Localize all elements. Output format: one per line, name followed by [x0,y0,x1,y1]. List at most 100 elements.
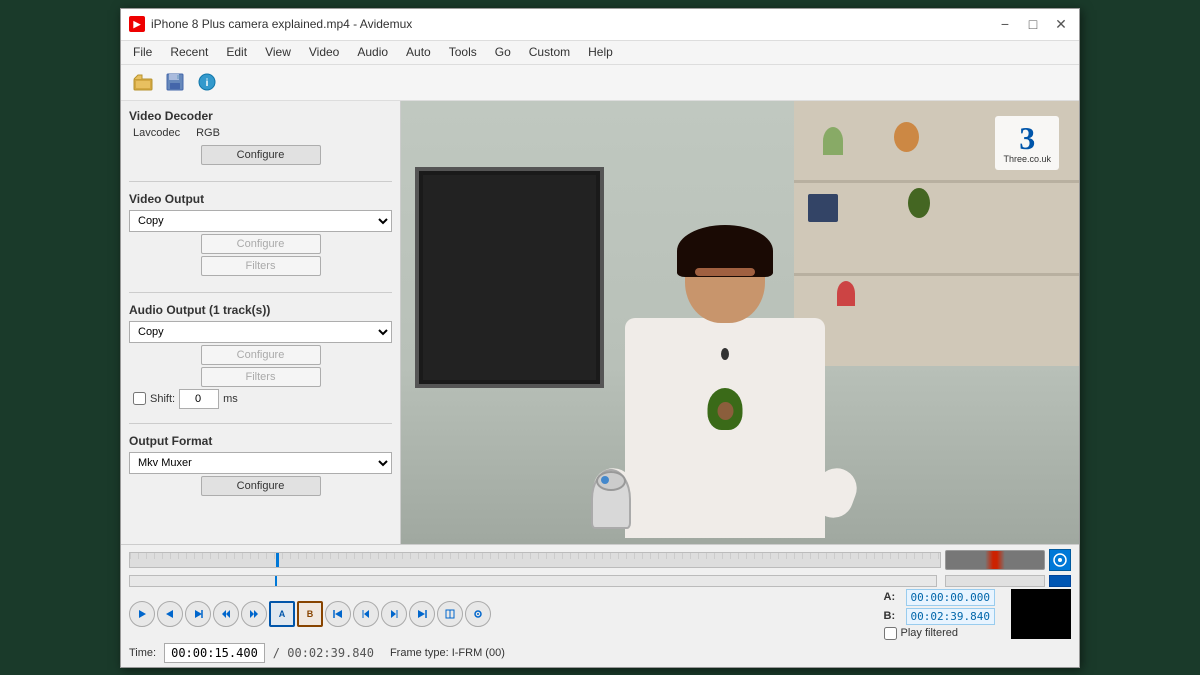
video-decoder-section: Video Decoder Lavcodec RGB Configure [129,109,392,167]
menu-auto[interactable]: Auto [398,43,439,61]
audio-output-dropdown-row: Copy AAC MP3 AC3 [129,321,392,343]
video-decoder-configure-button[interactable]: Configure [201,145,321,165]
audio-waveform [945,550,1045,570]
menu-recent[interactable]: Recent [162,43,216,61]
shift-checkbox[interactable] [133,392,146,405]
ab-controls-area: A: 00:00:00.000 B: 00:02:39.840 Play fil… [884,589,1071,640]
menu-tools[interactable]: Tools [441,43,485,61]
shirt [625,318,825,538]
video-frame: 3 Three.co.uk [401,101,1079,544]
output-format-dropdown-row: Mkv Muxer MP4 Muxer AVI Muxer [129,452,392,474]
shelf-item-1 [823,127,843,155]
audio-output-title: Audio Output (1 track(s)) [129,303,392,317]
shift-input[interactable] [179,389,219,409]
menu-edit[interactable]: Edit [218,43,255,61]
title-bar: ▶ iPhone 8 Plus camera explained.mp4 - A… [121,9,1079,41]
video-output-title: Video Output [129,192,392,206]
shelf-item-4 [908,188,930,218]
divider-1 [129,181,392,182]
timeline-right-controls [945,549,1071,571]
time-label: Time: [129,647,156,659]
video-output-dropdown-row: Copy H.264 H.265 MPEG-4 ASP [129,210,392,232]
toolbar: i [121,65,1079,101]
main-content: Video Decoder Lavcodec RGB Configure Vid… [121,101,1079,544]
r2d2 [591,469,631,529]
video-output-filters-button[interactable]: Filters [201,256,321,276]
b-time: 00:02:39.840 [906,608,995,625]
menu-view[interactable]: View [257,43,299,61]
save-segment-button[interactable] [437,601,463,627]
play-button[interactable] [129,601,155,627]
video-output-dropdown[interactable]: Copy H.264 H.265 MPEG-4 ASP [129,210,392,232]
divider-3 [129,423,392,424]
maximize-button[interactable]: □ [1023,14,1043,34]
menu-custom[interactable]: Custom [521,43,578,61]
r2d2-eye [601,476,609,484]
settings-button[interactable] [465,601,491,627]
close-button[interactable]: ✕ [1051,14,1071,34]
audio-output-filters-button[interactable]: Filters [201,367,321,387]
rewind-button[interactable] [213,601,239,627]
output-format-dropdown[interactable]: Mkv Muxer MP4 Muxer AVI Muxer [129,452,392,474]
audio-timeline-track[interactable] [129,575,937,587]
go-start-button[interactable] [325,601,351,627]
svg-text:i: i [206,78,209,89]
person-head [685,233,765,323]
minimize-button[interactable]: − [995,14,1015,34]
info-button[interactable]: i [193,68,221,96]
shift-row: Shift: ms [129,389,392,409]
video-output-configure-button[interactable]: Configure [201,234,321,254]
save-button[interactable] [161,68,189,96]
app-icon: ▶ [129,16,145,32]
a-time: 00:00:00.000 [906,589,995,606]
menu-audio[interactable]: Audio [349,43,396,61]
avocado-seed [717,402,733,420]
b-marker-row: B: 00:02:39.840 [884,608,995,625]
go-end-button[interactable] [409,601,435,627]
output-format-title: Output Format [129,434,392,448]
shelf-item-2 [894,122,919,152]
shift-label: Shift: [150,393,175,405]
output-format-section: Output Format Mkv Muxer MP4 Muxer AVI Mu… [129,434,392,498]
codec-info-row: Lavcodec RGB [129,127,392,139]
menu-video[interactable]: Video [301,43,347,61]
prev-button[interactable] [157,601,183,627]
bottom-controls: A B [121,544,1079,667]
menu-file[interactable]: File [125,43,160,61]
audio-timeline-right [945,575,1071,587]
timeline-track[interactable] [129,552,941,568]
audio-cursor [275,576,277,586]
next-button[interactable] [185,601,211,627]
play-filtered-row: Play filtered [884,627,995,640]
go-next-keyframe-button[interactable] [381,601,407,627]
window-controls: − □ ✕ [995,14,1071,34]
b-label: B: [884,610,900,622]
frame-type-display: Frame type: I-FRM (00) [390,647,505,659]
menu-go[interactable]: Go [487,43,519,61]
mark-b-button[interactable]: B [297,601,323,627]
go-prev-keyframe-button[interactable] [353,601,379,627]
video-output-section: Video Output Copy H.264 H.265 MPEG-4 ASP… [129,192,392,278]
timeline-ticks [130,553,940,569]
colorspace-label: RGB [196,127,220,139]
mark-a-button[interactable]: A [269,601,295,627]
avocado-logo [708,388,743,430]
fastforward-button[interactable] [241,601,267,627]
audio-right-spacer [945,575,1045,587]
play-filtered-checkbox[interactable] [884,627,897,640]
output-format-configure-button[interactable]: Configure [201,476,321,496]
shelf-item-3 [808,194,838,222]
brand-number: 3 [1019,122,1035,154]
ab-markers: A: 00:00:00.000 B: 00:02:39.840 Play fil… [884,589,995,640]
audio-output-section: Audio Output (1 track(s)) Copy AAC MP3 A… [129,303,392,409]
video-area: 3 Three.co.uk [401,101,1079,544]
menu-help[interactable]: Help [580,43,621,61]
microphone [721,348,729,360]
window-title: iPhone 8 Plus camera explained.mp4 - Avi… [151,17,995,31]
total-time-display: / 00:02:39.840 [273,646,374,660]
volume-icon-box [1049,549,1071,571]
audio-output-configure-button[interactable]: Configure [201,345,321,365]
audio-output-dropdown[interactable]: Copy AAC MP3 AC3 [129,321,392,343]
status-row: Time: 00:00:15.400 / 00:02:39.840 Frame … [129,643,1071,663]
open-button[interactable] [129,68,157,96]
